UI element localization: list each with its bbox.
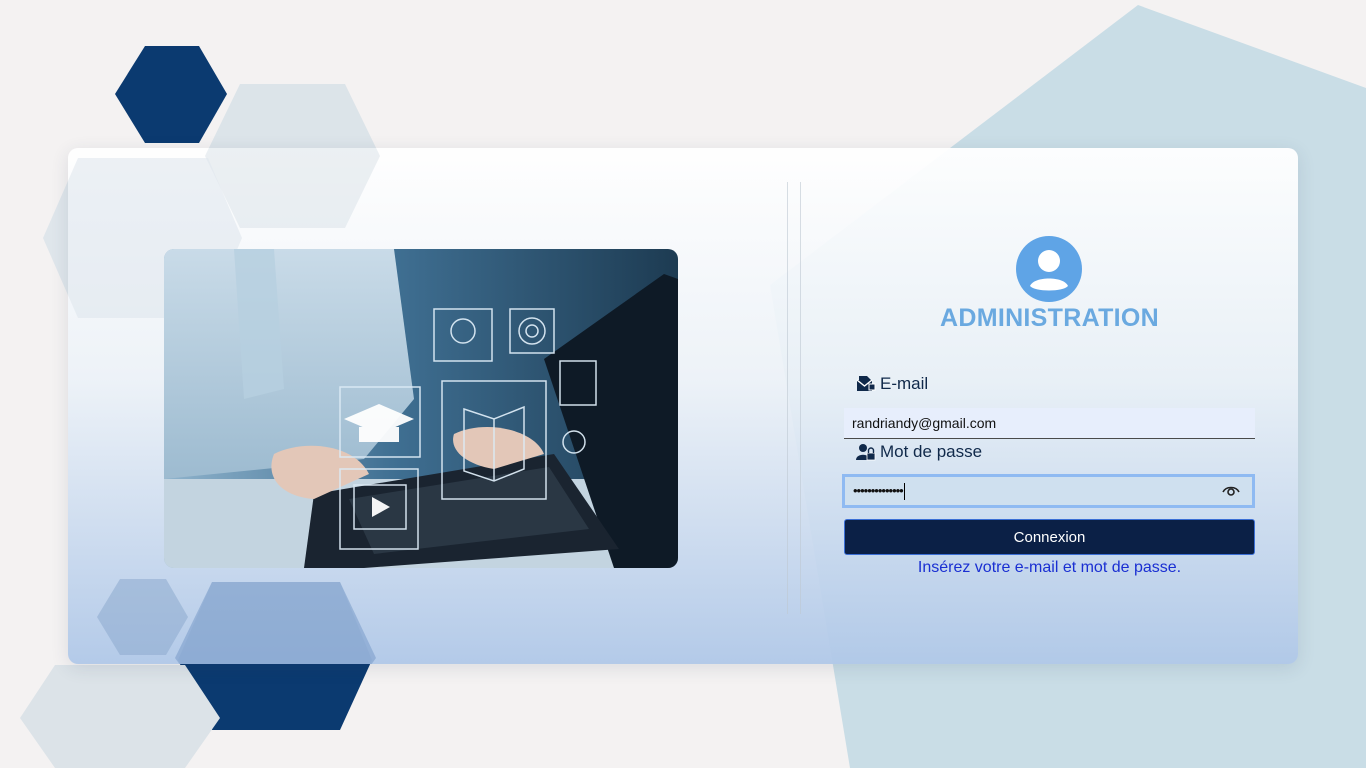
card-hexagon-bottom-large — [175, 582, 376, 664]
hexagon-dark-top — [115, 46, 227, 143]
divider-line — [787, 182, 788, 614]
form-hint: Insérez votre e-mail et mot de passe. — [917, 559, 1182, 576]
password-value: •••••••••••••• — [853, 483, 904, 498]
password-label: Mot de passe — [880, 442, 983, 461]
login-card: ADMINISTRATION E-mail randriandy@gmail.c… — [68, 148, 1298, 664]
email-label-row: E-mail — [856, 374, 928, 394]
hero-image — [164, 249, 678, 568]
password-label-row: Mot de passe — [856, 442, 982, 462]
email-field[interactable]: randriandy@gmail.com — [844, 408, 1255, 439]
user-circle-icon — [1016, 236, 1082, 302]
hexagon-light-bottom — [20, 665, 220, 768]
eye-icon[interactable] — [1222, 485, 1240, 497]
card-hexagon-bottom-small — [97, 579, 188, 655]
connexion-button[interactable]: Connexion — [844, 519, 1255, 555]
page-title: ADMINISTRATION — [940, 304, 1159, 332]
user-lock-icon — [856, 444, 876, 461]
email-value: randriandy@gmail.com — [852, 415, 997, 431]
hero-illustration — [164, 249, 678, 568]
email-label: E-mail — [880, 374, 929, 393]
text-caret — [903, 483, 905, 501]
divider-line — [800, 182, 801, 614]
envelope-icon — [856, 376, 876, 391]
password-field[interactable]: •••••••••••••• — [842, 474, 1255, 508]
